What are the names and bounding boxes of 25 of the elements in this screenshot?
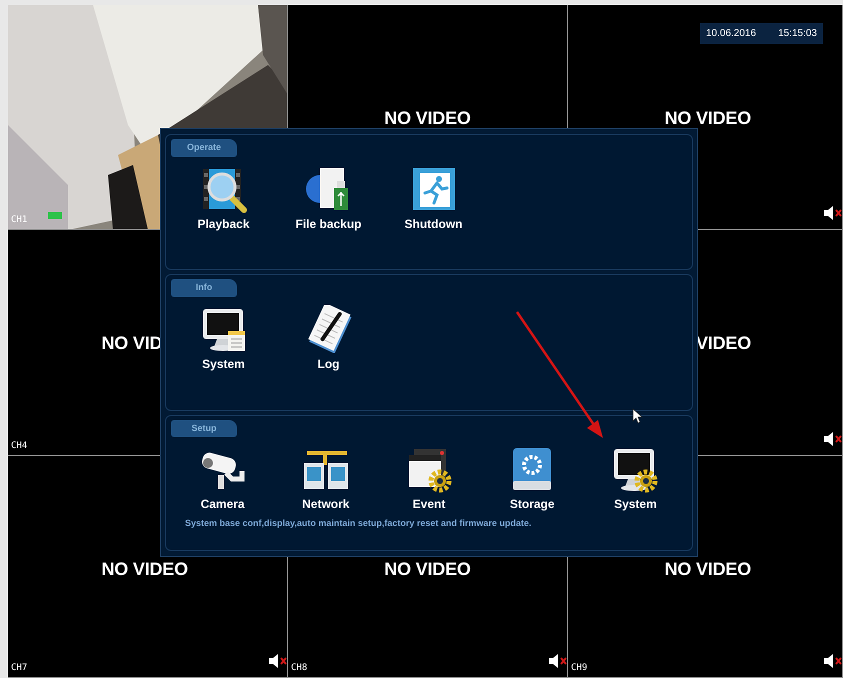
menu-item[interactable]: System xyxy=(171,304,276,373)
time-text: 15:15:03 xyxy=(778,27,817,41)
no-video-text: VIDEO xyxy=(696,332,751,355)
channel-label: CH4 xyxy=(11,440,28,452)
menu-item[interactable]: Log xyxy=(276,304,381,373)
no-video-text: NO VIDEO xyxy=(664,558,751,581)
no-video-text: NO VIDEO xyxy=(102,558,188,581)
menu-item[interactable]: Event xyxy=(377,445,481,514)
menu-item[interactable]: Playback xyxy=(171,164,276,232)
no-video-text: NO VIDEO xyxy=(664,107,751,130)
no-video-text: NO VIDEO xyxy=(384,107,471,130)
menu-item[interactable]: System xyxy=(584,445,688,514)
channel-label: CH8 xyxy=(291,662,308,674)
menu-item[interactable]: Shutdown xyxy=(381,164,486,232)
menu-item[interactable]: Network xyxy=(274,445,378,514)
no-video-text: NO VIDEO xyxy=(384,558,471,581)
date-text: 10.06.2016 xyxy=(706,27,756,41)
menu-item[interactable]: Storage xyxy=(480,445,584,514)
menu-description: System base conf,display,auto maintain setup,factory reset and firmware update. xyxy=(185,517,532,530)
channel-label: CH9 xyxy=(571,662,588,674)
channel-label: CH7 xyxy=(11,662,28,674)
menu-item[interactable]: Camera xyxy=(171,445,274,514)
menu-item[interactable]: File backup xyxy=(276,164,381,232)
channel-label: CH1 xyxy=(11,214,28,226)
mouse-cursor xyxy=(632,408,643,424)
